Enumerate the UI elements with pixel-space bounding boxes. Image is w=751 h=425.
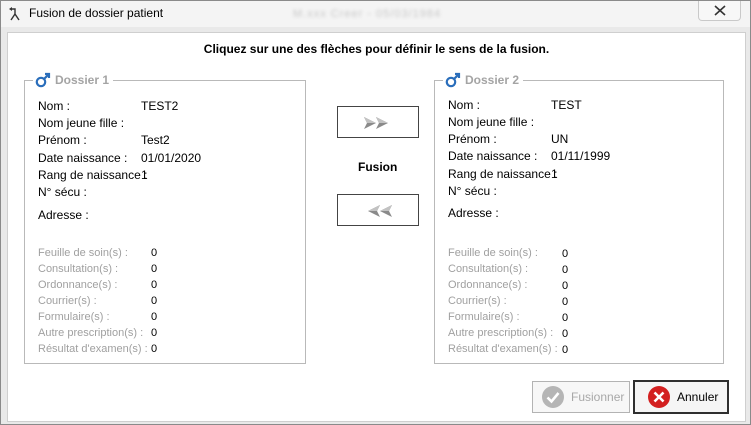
dossier1-title: Dossier 1 <box>55 73 110 87</box>
double-arrow-right-icon <box>364 117 388 129</box>
stat-label: Autre prescription(s) : <box>38 327 144 339</box>
prenom-value: Test2 <box>141 133 170 147</box>
stat-value: 0 <box>562 312 569 324</box>
nom-label: Nom : <box>448 98 481 112</box>
close-icon <box>714 5 726 16</box>
fusionner-button[interactable]: Fusionner <box>532 381 630 413</box>
stat-label: Formulaire(s) : <box>448 311 520 323</box>
date-naissance-label: Date naissance : <box>448 149 538 163</box>
stat-value: 0 <box>562 264 569 276</box>
content-panel: Cliquez sur une des flèches pour définir… <box>7 32 746 422</box>
stat-value: 0 <box>562 248 569 260</box>
rang-naissance-value: 1 <box>551 167 558 181</box>
cancel-icon <box>648 386 670 408</box>
stat-value: 0 <box>151 263 158 275</box>
prenom-label: Prénom : <box>38 133 87 147</box>
stat-value: 0 <box>562 280 569 292</box>
merge-icon <box>7 6 23 22</box>
date-naissance-value: 01/11/1999 <box>551 149 611 163</box>
window-title-blurred: M.xxx Creer - 05/03/1984 <box>293 8 442 20</box>
stat-label: Feuille de soin(s) : <box>448 247 538 259</box>
stat-value: 0 <box>562 328 569 340</box>
stat-label: Courrier(s) : <box>448 295 507 307</box>
stat-label: Résultat d'examen(s) : <box>448 343 558 355</box>
stat-label: Feuille de soin(s) : <box>38 247 128 259</box>
stat-label: Formulaire(s) : <box>38 311 110 323</box>
stat-value: 0 <box>151 295 158 307</box>
annuler-label: Annuler <box>677 390 719 404</box>
title-bar: Fusion de dossier patient M.xxx Creer - … <box>1 1 750 27</box>
adresse-label: Adresse : <box>38 208 89 222</box>
stat-label: Résultat d'examen(s) : <box>38 343 148 355</box>
male-icon <box>35 72 51 88</box>
dossier1-legend: Dossier 1 <box>33 72 114 88</box>
stat-label: Autre prescription(s) : <box>448 327 554 339</box>
secu-label: N° sécu : <box>448 184 497 198</box>
fusion-label: Fusion <box>358 160 398 174</box>
rang-naissance-value: 1 <box>141 168 148 182</box>
nom-jeune-fille-label: Nom jeune fille : <box>38 116 125 130</box>
nom-value: TEST2 <box>141 99 179 113</box>
prenom-value: UN <box>551 132 569 146</box>
secu-label: N° sécu : <box>38 185 87 199</box>
dossier2-group: Dossier 2 Nom : TEST Nom jeune fille : P… <box>434 72 724 364</box>
window-title: Fusion de dossier patient <box>29 6 164 20</box>
close-button[interactable] <box>698 1 741 21</box>
merge-left-button[interactable] <box>337 194 419 226</box>
fusionner-label: Fusionner <box>571 390 625 404</box>
stat-value: 0 <box>151 311 158 323</box>
adresse-label: Adresse : <box>448 206 499 220</box>
check-icon <box>542 386 564 408</box>
stat-label: Courrier(s) : <box>38 295 97 307</box>
instruction-text: Cliquez sur une des flèches pour définir… <box>203 42 550 56</box>
rang-naissance-label: Rang de naissance : <box>38 168 148 182</box>
date-naissance-value: 01/01/2020 <box>141 151 202 165</box>
merge-right-button[interactable] <box>337 106 419 138</box>
stat-label: Ordonnance(s) : <box>38 279 118 291</box>
date-naissance-label: Date naissance : <box>38 151 128 165</box>
nom-jeune-fille-label: Nom jeune fille : <box>448 115 535 129</box>
stat-label: Consultation(s) : <box>38 263 119 275</box>
rang-naissance-label: Rang de naissance : <box>448 167 558 181</box>
stat-value: 0 <box>151 247 158 259</box>
dossier1-group: Dossier 1 Nom : TEST2 Nom jeune fille : … <box>24 72 306 364</box>
prenom-label: Prénom : <box>448 132 497 146</box>
dossier2-legend: Dossier 2 <box>443 72 524 88</box>
dossier2-title: Dossier 2 <box>465 73 520 87</box>
stat-label: Ordonnance(s) : <box>448 279 528 291</box>
stat-value: 0 <box>151 279 158 291</box>
annuler-button[interactable]: Annuler <box>633 380 729 414</box>
male-icon <box>445 72 461 88</box>
nom-label: Nom : <box>38 99 71 113</box>
nom-value: TEST <box>551 98 582 112</box>
stat-value: 0 <box>562 344 569 356</box>
stat-value: 0 <box>562 296 569 308</box>
stat-label: Consultation(s) : <box>448 263 529 275</box>
stat-value: 0 <box>151 343 158 355</box>
double-arrow-left-icon <box>368 205 392 217</box>
merge-dialog: Fusion de dossier patient M.xxx Creer - … <box>0 0 751 425</box>
stat-value: 0 <box>151 327 158 339</box>
